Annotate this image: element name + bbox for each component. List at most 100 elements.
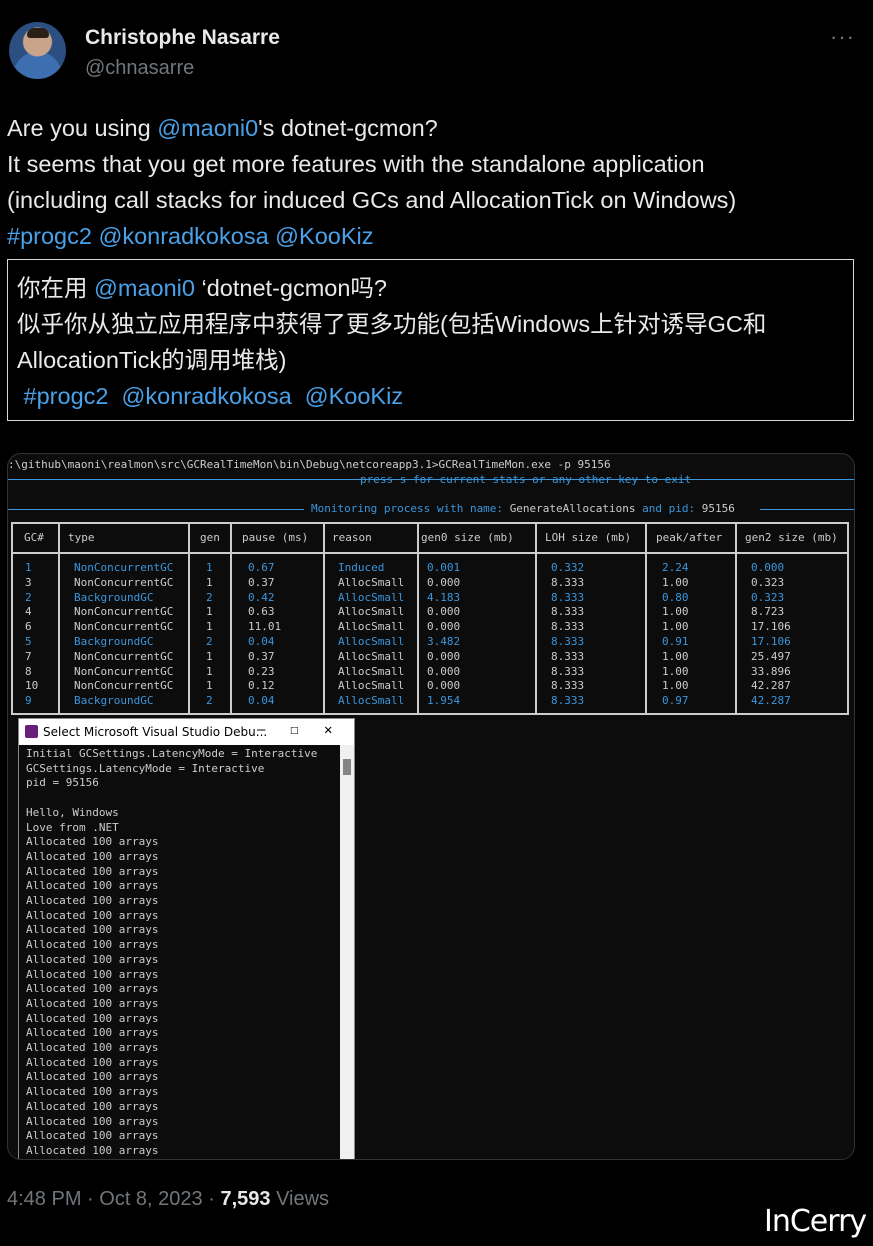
- table-cell: 0.000: [427, 605, 461, 619]
- translation-text-line: 似乎你从独立应用程序中获得了更多功能(包括Windows上针对诱导GC和: [17, 311, 767, 337]
- console-line: GCSettings.LatencyMode = Interactive: [26, 761, 265, 775]
- table-header-cell: peak/after: [656, 531, 723, 544]
- console-line: Allocated 100 arrays: [26, 1114, 159, 1128]
- translation-box: 你在用 @maoni0 ‘dotnet-gcmon吗? 似乎你从独立应用程序中获…: [7, 259, 854, 421]
- tweet-time[interactable]: 4:48 PM: [7, 1188, 81, 1210]
- views-count: 7,593: [220, 1188, 271, 1210]
- table-cell: 8.333: [551, 590, 585, 604]
- mention-link[interactable]: @maoni0: [94, 275, 195, 301]
- minimize-icon[interactable]: —: [257, 722, 265, 738]
- table-cell: 1: [206, 649, 213, 663]
- author-handle[interactable]: @chnasarre: [85, 57, 194, 80]
- window-titlebar[interactable]: Select Microsoft Visual Studio Debu... —…: [19, 719, 354, 745]
- console-line: Love from .NET: [26, 820, 119, 834]
- table-cell: 0.323: [751, 590, 785, 604]
- table-cell: 7: [25, 649, 32, 663]
- tweet-media-screenshot[interactable]: :\github\maoni\realmon\src\GCRealTimeMon…: [7, 453, 855, 1160]
- close-icon[interactable]: ✕: [324, 722, 332, 738]
- console-line: Initial GCSettings.LatencyMode = Interac…: [26, 747, 318, 760]
- mention-link[interactable]: @KooKiz: [305, 383, 403, 409]
- table-cell: 1: [206, 664, 213, 678]
- console-line: Allocated 100 arrays: [26, 1070, 159, 1084]
- table-header-cell: reason: [332, 531, 372, 544]
- table-cell: 0.000: [427, 575, 461, 589]
- console-line: Allocated 100 arrays: [26, 982, 159, 996]
- gc-stats-table: GC# type gen pause (ms) reason gen0 size (mb)…: [11, 522, 849, 715]
- table-cell: 0.37: [248, 649, 275, 663]
- table-header-cell: pause (ms): [242, 531, 309, 544]
- tweet-text-line: It seems that you get more features with…: [7, 151, 705, 177]
- table-header-cell: type: [68, 531, 95, 544]
- table-column-divider: [645, 524, 647, 713]
- table-cell: 8.333: [551, 575, 585, 589]
- mention-link[interactable]: @KooKiz: [275, 223, 373, 249]
- terminal-command: :\github\maoni\realmon\src\GCRealTimeMon…: [8, 458, 611, 471]
- table-cell: 1.00: [662, 575, 689, 589]
- table-cell: NonConcurrentGC: [74, 679, 174, 693]
- hashtag-link[interactable]: #progc2: [7, 223, 92, 249]
- table-cell: 8.333: [551, 605, 585, 619]
- table-cell: 0.97: [662, 694, 689, 708]
- table-cell: BackgroundGC: [74, 694, 154, 708]
- terminal-divider: [760, 509, 854, 510]
- table-column-divider: [417, 524, 419, 713]
- table-header-cell: GC#: [24, 531, 44, 544]
- table-cell: 3.482: [427, 635, 461, 648]
- hashtag-link[interactable]: #progc2: [24, 383, 109, 409]
- scrollbar[interactable]: [340, 745, 354, 1159]
- table-cell: AllocSmall: [338, 605, 405, 619]
- console-line: Allocated 100 arrays: [26, 879, 159, 893]
- console-line: Hello, Windows: [26, 805, 119, 819]
- tweet-date[interactable]: Oct 8, 2023: [99, 1188, 202, 1210]
- table-column-divider: [188, 524, 190, 713]
- mention-link[interactable]: @konradkokosa: [98, 223, 268, 249]
- table-cell: 17.106: [751, 635, 791, 648]
- table-cell: NonConcurrentGC: [74, 664, 174, 678]
- table-cell: NonConcurrentGC: [74, 561, 174, 574]
- table-cell: 1: [206, 679, 213, 693]
- table-cell: AllocSmall: [338, 664, 405, 678]
- translation-text-line: AllocationTick的调用堆栈): [17, 347, 287, 373]
- table-cell: 0.63: [248, 605, 275, 619]
- table-cell: AllocSmall: [338, 590, 405, 604]
- debug-console-window[interactable]: Select Microsoft Visual Studio Debu... —…: [18, 718, 355, 1159]
- table-cell: BackgroundGC: [74, 590, 154, 604]
- table-cell: 8.333: [551, 620, 585, 634]
- table-cell: 0.80: [662, 590, 689, 604]
- console-line: Allocated 100 arrays: [26, 923, 159, 937]
- table-cell: 5: [25, 635, 32, 648]
- more-options-icon[interactable]: ···: [830, 24, 855, 50]
- mention-link[interactable]: @konradkokosa: [122, 383, 292, 409]
- table-cell: 11.01: [248, 620, 282, 634]
- table-cell: 0.91: [662, 635, 689, 648]
- console-line: Allocated 100 arrays: [26, 952, 159, 966]
- author-avatar[interactable]: [9, 22, 66, 79]
- table-cell: 1.00: [662, 620, 689, 634]
- maximize-icon[interactable]: ☐: [290, 722, 298, 738]
- table-cell: 8.723: [751, 605, 785, 619]
- table-cell: 0.23: [248, 664, 275, 678]
- table-cell: NonConcurrentGC: [74, 605, 174, 619]
- mention-link[interactable]: @maoni0: [157, 115, 258, 141]
- table-cell: 0.37: [248, 575, 275, 589]
- table-cell: 8.333: [551, 664, 585, 678]
- window-title: Select Microsoft Visual Studio Debu...: [43, 725, 268, 739]
- table-cell: AllocSmall: [338, 649, 405, 663]
- table-cell: 1: [206, 605, 213, 619]
- table-header-cell: gen2 size (mb): [745, 531, 838, 544]
- table-cell: 1: [206, 561, 213, 574]
- table-cell: Induced: [338, 561, 385, 574]
- table-cell: 9: [25, 694, 32, 708]
- scrollbar-thumb[interactable]: [343, 759, 351, 775]
- footer-separator: ·: [81, 1188, 100, 1210]
- console-line: Allocated 100 arrays: [26, 1099, 159, 1113]
- table-header-cell: LOH size (mb): [545, 531, 632, 544]
- table-cell: 8.333: [551, 649, 585, 663]
- tweet-footer: 4:48 PM · Oct 8, 2023 · 7,593 Views: [7, 1188, 329, 1211]
- table-header-cell: gen0 size (mb): [421, 531, 514, 544]
- table-cell: 8.333: [551, 694, 585, 708]
- table-cell: 8.333: [551, 679, 585, 693]
- console-line: Allocated 100 arrays: [26, 1129, 159, 1143]
- table-column-divider: [323, 524, 325, 713]
- author-name[interactable]: Christophe Nasarre: [85, 26, 280, 50]
